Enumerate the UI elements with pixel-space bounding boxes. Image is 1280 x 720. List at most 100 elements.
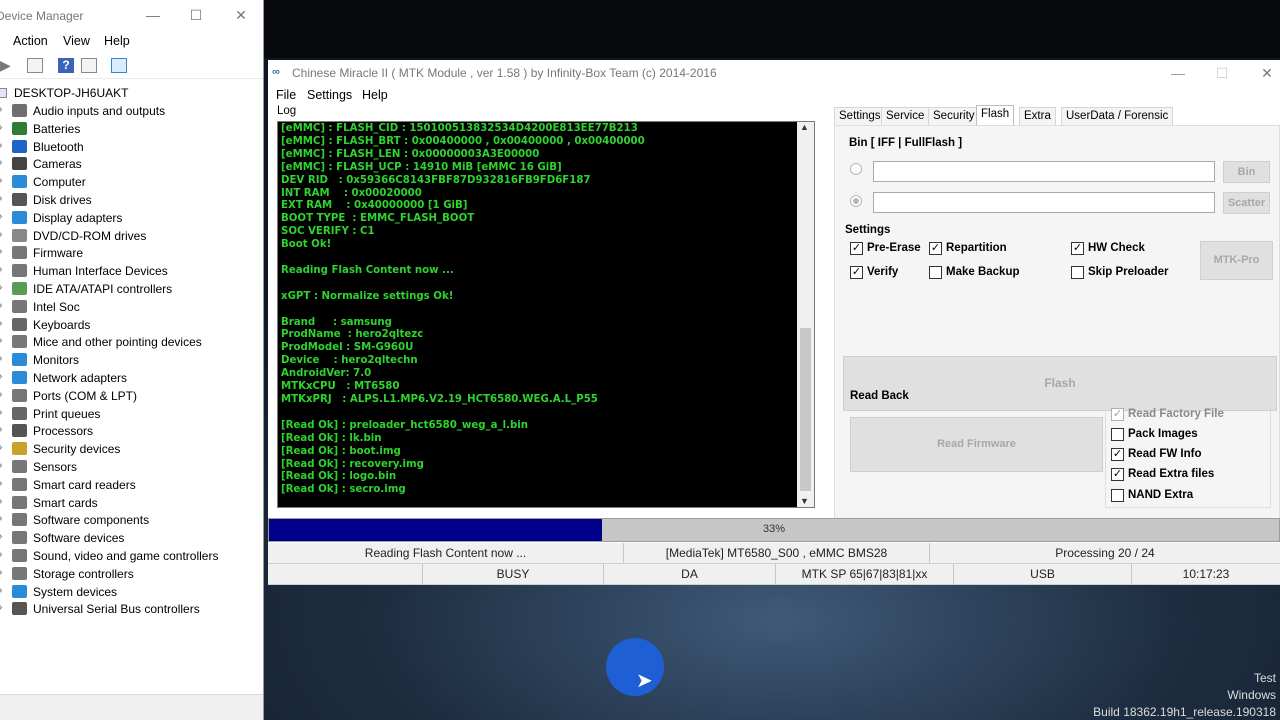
properties-icon[interactable] [27, 58, 43, 73]
tree-item[interactable]: › Cameras [0, 155, 264, 173]
read-firmware-button[interactable]: Read Firmware [850, 417, 1103, 472]
tree-item[interactable]: › Ports (COM & LPT) [0, 387, 264, 405]
expand-arrow-icon[interactable]: › [0, 549, 2, 560]
tree-item[interactable]: › Computer [0, 173, 264, 191]
scatter-button[interactable]: Scatter [1223, 192, 1270, 214]
expand-arrow-icon[interactable]: › [0, 460, 2, 471]
maximize-button[interactable]: ☐ [1207, 62, 1237, 84]
menu-help[interactable]: Help [362, 88, 388, 102]
expand-arrow-icon[interactable]: › [0, 157, 2, 168]
menu-help[interactable]: Help [104, 34, 130, 48]
expand-arrow-icon[interactable]: › [0, 585, 2, 596]
tree-item[interactable]: › Storage controllers [0, 565, 264, 583]
expand-arrow-icon[interactable]: › [0, 300, 2, 311]
expand-arrow-icon[interactable]: › [0, 282, 2, 293]
tab-flash[interactable]: Flash [976, 105, 1015, 126]
mtk-pro-button[interactable]: MTK-Pro [1200, 241, 1273, 280]
bin-path-field[interactable] [873, 161, 1215, 182]
title-bar[interactable]: Device Manager — ☐ ✕ [0, 0, 263, 31]
log-console[interactable]: [eMMC] : FLASH_CID : 150100513832534D420… [277, 121, 815, 508]
expand-arrow-icon[interactable]: › [0, 140, 2, 151]
title-bar[interactable]: ∞ Chinese Miracle II ( MTK Module , ver … [268, 60, 1280, 86]
expand-arrow-icon[interactable]: › [0, 229, 2, 240]
minimize-button[interactable]: — [138, 4, 168, 26]
tree-item[interactable]: › Network adapters [0, 369, 264, 387]
tree-item[interactable]: › Bluetooth [0, 138, 264, 156]
device-tree: DESKTOP-JH6UAKT › Audio inputs and output… [0, 84, 264, 618]
expand-arrow-icon[interactable]: › [0, 193, 2, 204]
tree-item[interactable]: › Monitors [0, 351, 264, 369]
tree-item[interactable]: › Keyboards [0, 316, 264, 334]
expand-arrow-icon[interactable]: › [0, 104, 2, 115]
scatter-radio[interactable] [850, 195, 862, 207]
expand-arrow-icon[interactable]: › [0, 389, 2, 400]
tree-item[interactable]: › Processors [0, 422, 264, 440]
expand-arrow-icon[interactable]: › [0, 531, 2, 542]
expand-arrow-icon[interactable]: › [0, 353, 2, 364]
expand-arrow-icon[interactable]: › [0, 246, 2, 257]
tree-item[interactable]: › Sensors [0, 458, 264, 476]
expand-arrow-icon[interactable]: › [0, 335, 2, 346]
expand-arrow-icon[interactable]: › [0, 442, 2, 453]
tree-item[interactable]: › Disk drives [0, 191, 264, 209]
tree-item[interactable]: › Universal Serial Bus controllers [0, 600, 264, 618]
root-label: DESKTOP-JH6UAKT [14, 86, 129, 100]
expand-arrow-icon[interactable]: › [0, 478, 2, 489]
expand-arrow-icon[interactable]: › [0, 496, 2, 507]
help-icon[interactable]: ? [58, 58, 74, 73]
tree-root[interactable]: DESKTOP-JH6UAKT [0, 84, 264, 102]
scatter-path-field[interactable] [873, 192, 1215, 213]
menu-file[interactable]: File [276, 88, 296, 102]
tree-item[interactable]: › Print queues [0, 405, 264, 423]
expand-arrow-icon[interactable]: › [0, 424, 2, 435]
tree-item[interactable]: › IDE ATA/ATAPI controllers [0, 280, 264, 298]
tree-item[interactable]: › Batteries [0, 120, 264, 138]
menu-view[interactable]: View [63, 34, 90, 48]
scan-hardware-icon[interactable] [111, 58, 127, 73]
log-scrollbar[interactable]: ▲ ▼ [797, 122, 814, 507]
expand-arrow-icon[interactable]: › [0, 513, 2, 524]
tab-service[interactable]: Service [881, 107, 930, 126]
expand-arrow-icon[interactable]: › [0, 175, 2, 186]
tree-item[interactable]: › Smart cards [0, 494, 264, 512]
expand-arrow-icon[interactable]: › [0, 407, 2, 418]
tree-item[interactable]: › Security devices [0, 440, 264, 458]
tree-item[interactable]: › DVD/CD-ROM drives [0, 227, 264, 245]
tab-security[interactable]: Security [928, 107, 980, 126]
bin-radio[interactable] [850, 163, 862, 175]
tree-item[interactable]: › System devices [0, 583, 264, 601]
tree-item[interactable]: › Software components [0, 511, 264, 529]
maximize-button[interactable]: ☐ [181, 4, 211, 26]
close-button[interactable]: ✕ [1252, 62, 1280, 84]
tree-item[interactable]: › Audio inputs and outputs [0, 102, 264, 120]
tree-item[interactable]: › Mice and other pointing devices [0, 333, 264, 351]
minimize-button[interactable]: — [1163, 62, 1193, 84]
expand-arrow-icon[interactable]: › [0, 264, 2, 275]
tree-item[interactable]: › Smart card readers [0, 476, 264, 494]
tree-item[interactable]: › Display adapters [0, 209, 264, 227]
scroll-thumb[interactable] [800, 328, 811, 491]
expand-arrow-icon[interactable]: › [0, 211, 2, 222]
scroll-down-icon[interactable]: ▼ [800, 496, 809, 506]
tree-item[interactable]: › Human Interface Devices [0, 262, 264, 280]
tree-item[interactable]: › Intel Soc [0, 298, 264, 316]
expand-arrow-icon[interactable]: › [0, 602, 2, 613]
scroll-up-icon[interactable]: ▲ [800, 122, 809, 132]
tree-item[interactable]: › Firmware [0, 244, 264, 262]
tab-extra[interactable]: Extra [1019, 107, 1056, 126]
tab-settings[interactable]: Settings [834, 107, 886, 126]
menu-action[interactable]: Action [13, 34, 48, 48]
expand-arrow-icon[interactable]: › [0, 371, 2, 382]
close-button[interactable]: ✕ [226, 4, 256, 26]
tree-item[interactable]: › Sound, video and game controllers [0, 547, 264, 565]
tree-item[interactable]: › Software devices [0, 529, 264, 547]
expand-arrow-icon[interactable]: › [0, 318, 2, 329]
bin-button[interactable]: Bin [1223, 161, 1270, 183]
expand-arrow-icon[interactable]: › [0, 122, 2, 133]
tab-userdata-forensic[interactable]: UserData / Forensic [1061, 107, 1174, 126]
battery-icon [12, 121, 27, 135]
forward-icon[interactable]: ▶ [0, 58, 16, 73]
menu-settings[interactable]: Settings [307, 88, 352, 102]
expand-arrow-icon[interactable]: › [0, 567, 2, 578]
view-icon[interactable] [81, 58, 97, 73]
